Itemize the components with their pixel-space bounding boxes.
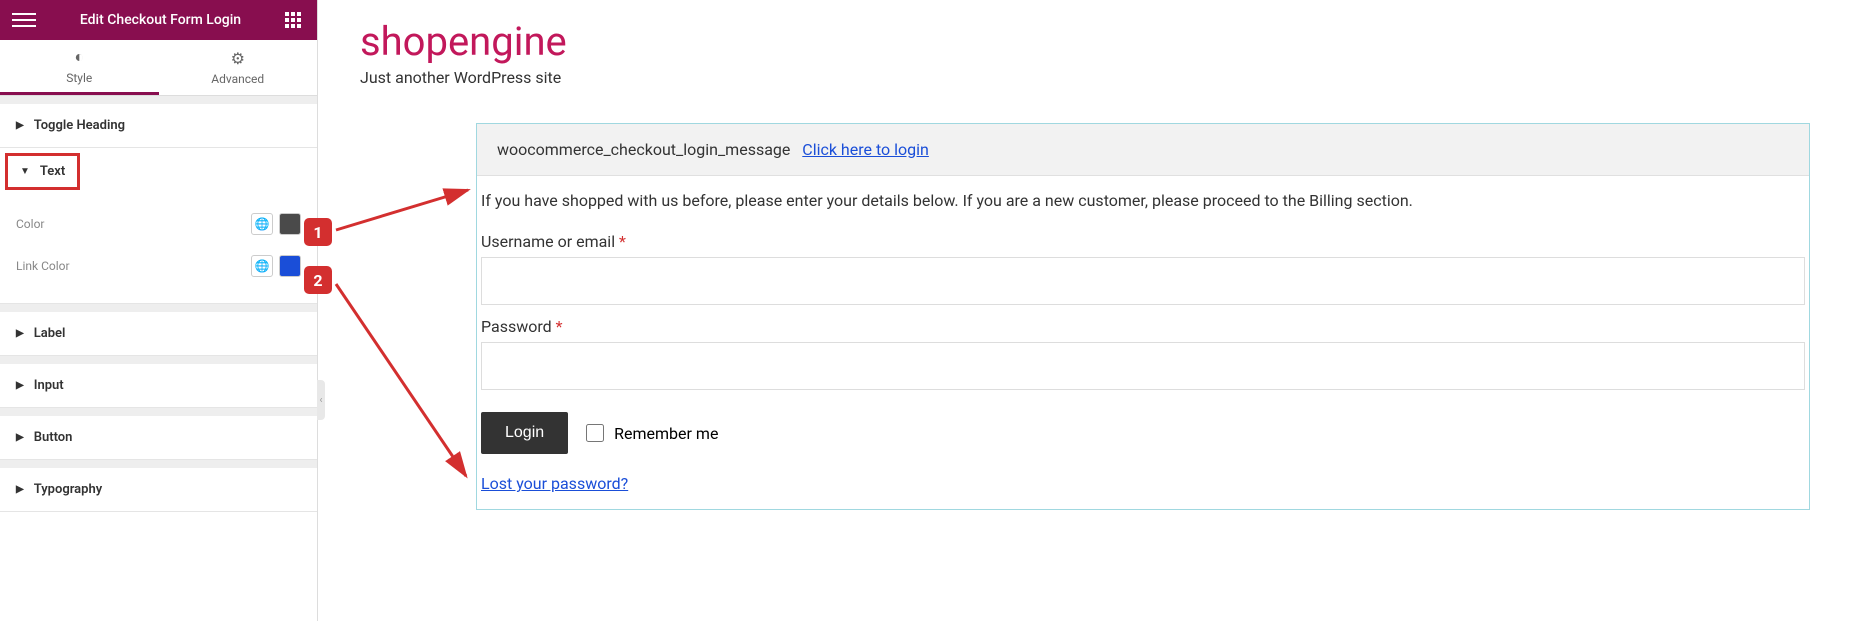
half-circle-icon: ◐ (74, 47, 84, 67)
login-message-bar: woocommerce_checkout_login_message Click… (477, 124, 1809, 176)
section-button-label: Button (34, 430, 73, 445)
section-typography[interactable]: ▶ Typography (0, 468, 317, 512)
gear-icon: ⚙ (231, 49, 245, 68)
caret-down-icon: ▼ (20, 166, 30, 177)
form-actions: Login Remember me (477, 396, 1809, 470)
color-swatch[interactable] (279, 213, 301, 235)
caret-right-icon: ▶ (16, 120, 24, 131)
required-mark: * (619, 232, 626, 251)
control-color: Color 🌐 (16, 203, 301, 245)
editor-panel: Edit Checkout Form Login ◐ Style ⚙ Advan… (0, 0, 318, 621)
section-input[interactable]: ▶ Input (0, 364, 317, 408)
required-mark: * (556, 317, 563, 336)
preview-area: shopengine Just another WordPress site w… (360, 20, 1810, 510)
section-text: ▼ Text Color 🌐 Link Color 🌐 (0, 148, 317, 304)
password-label: Password * (481, 317, 1805, 336)
control-link-color: Link Color 🌐 (16, 245, 301, 287)
login-button[interactable]: Login (481, 412, 568, 454)
caret-right-icon: ▶ (16, 328, 24, 339)
control-link-color-label: Link Color (16, 259, 70, 273)
tab-style[interactable]: ◐ Style (0, 40, 159, 95)
chevron-left-icon: ‹ (319, 395, 322, 406)
widgets-grid-icon[interactable] (285, 10, 305, 30)
site-title: shopengine (360, 20, 1810, 64)
site-brand: shopengine Just another WordPress site (360, 20, 1810, 87)
tab-advanced-label: Advanced (211, 72, 264, 86)
section-text-label: Text (40, 164, 65, 179)
remember-me-wrap: Remember me (586, 424, 718, 443)
panel-header: Edit Checkout Form Login (0, 0, 317, 40)
section-text-header[interactable]: ▼ Text (6, 154, 79, 189)
lost-password-link[interactable]: Lost your password? (481, 474, 628, 493)
section-typography-label: Typography (34, 482, 103, 497)
username-field: Username or email * (477, 226, 1809, 311)
caret-right-icon: ▶ (16, 380, 24, 391)
menu-icon[interactable] (12, 8, 36, 32)
password-input[interactable] (481, 342, 1805, 390)
password-label-text: Password (481, 317, 552, 336)
collapse-handle[interactable]: ‹ (317, 380, 325, 420)
section-label[interactable]: ▶ Label (0, 312, 317, 356)
tab-style-label: Style (66, 71, 92, 85)
password-field: Password * (477, 311, 1809, 396)
section-list: ▶ Toggle Heading ▼ Text Color 🌐 (0, 96, 317, 512)
link-color-swatch[interactable] (279, 255, 301, 277)
control-color-label: Color (16, 217, 44, 231)
site-tagline: Just another WordPress site (360, 68, 1810, 87)
login-helper-text: If you have shopped with us before, plea… (477, 176, 1809, 226)
remember-label: Remember me (614, 424, 718, 443)
panel-title: Edit Checkout Form Login (36, 12, 285, 28)
tab-advanced[interactable]: ⚙ Advanced (159, 40, 318, 95)
login-form-widget: woocommerce_checkout_login_message Click… (476, 123, 1810, 510)
remember-checkbox[interactable] (586, 424, 604, 442)
lost-password-row: Lost your password? (477, 470, 1809, 509)
username-label-text: Username or email (481, 232, 615, 251)
login-toggle-link[interactable]: Click here to login (802, 140, 929, 159)
username-label: Username or email * (481, 232, 1805, 251)
globe-icon[interactable]: 🌐 (251, 255, 273, 277)
globe-icon[interactable]: 🌐 (251, 213, 273, 235)
section-text-body: Color 🌐 Link Color 🌐 (0, 195, 317, 303)
section-input-label: Input (34, 378, 64, 393)
username-input[interactable] (481, 257, 1805, 305)
section-label-label: Label (34, 326, 66, 341)
section-toggle-heading[interactable]: ▶ Toggle Heading (0, 104, 317, 148)
section-button[interactable]: ▶ Button (0, 416, 317, 460)
section-toggle-heading-label: Toggle Heading (34, 118, 125, 133)
panel-tabs: ◐ Style ⚙ Advanced (0, 40, 317, 96)
login-message-prefix: woocommerce_checkout_login_message (497, 140, 790, 159)
caret-right-icon: ▶ (16, 432, 24, 443)
caret-right-icon: ▶ (16, 484, 24, 495)
